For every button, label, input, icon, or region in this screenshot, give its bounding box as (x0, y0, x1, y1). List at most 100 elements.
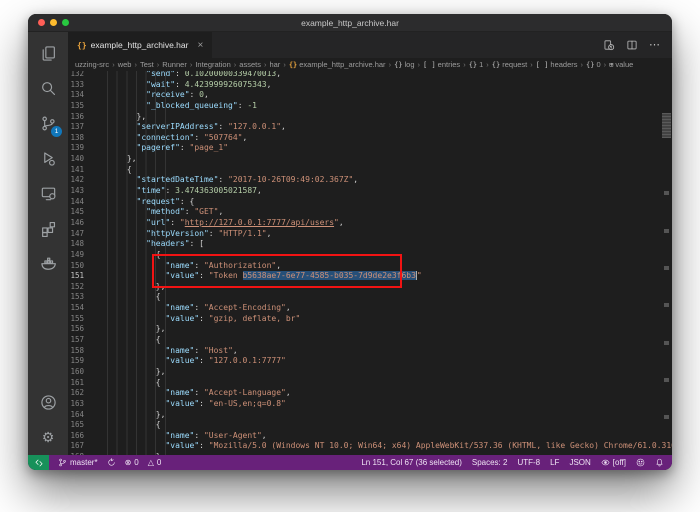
scrollbar-thumb[interactable] (662, 113, 671, 138)
split-editor-icon[interactable] (626, 39, 638, 51)
status-off-indicator[interactable]: [off] (601, 458, 626, 467)
warnings-icon: △ (148, 459, 154, 467)
status-bar-right: Ln 151, Col 67 (36 selected) Spaces: 2 UTF… (351, 458, 672, 467)
breadcrumb-item[interactable]: Runner (162, 60, 187, 69)
vscode-window: example_http_archive.har 1⚙ {} example_h… (28, 14, 672, 470)
breadcrumb-item[interactable]: ⊞value (609, 60, 633, 69)
line-content: "_blocked_queueing": -1 (84, 101, 257, 112)
line-number: 139 (68, 143, 84, 154)
code-line: 156 }, (68, 324, 662, 335)
line-number: 161 (68, 378, 84, 389)
code-line: 135 "_blocked_queueing": -1 (68, 101, 662, 112)
line-content: "serverIPAddress": "127.0.0.1", (84, 122, 286, 133)
breadcrumb-item[interactable]: Test (140, 60, 154, 69)
breadcrumb-item[interactable]: {}1 (469, 60, 484, 69)
overview-ruler-mark (664, 303, 669, 307)
remote-explorer-icon[interactable] (28, 176, 68, 211)
line-content: "value": "en-US,en;q=0.8" (84, 399, 286, 410)
code-line: 132 "send": 0.10200000339470013, (68, 71, 662, 80)
accounts-icon[interactable] (28, 385, 68, 420)
breadcrumb-separator: › (157, 60, 160, 69)
line-number: 164 (68, 410, 84, 421)
tab-label: example_http_archive.har (91, 40, 189, 50)
status-warnings[interactable]: △0 (148, 458, 162, 467)
breadcrumb-item[interactable]: [ ]entries (423, 60, 460, 69)
line-content: "method": "GET", (84, 207, 223, 218)
breadcrumb-item[interactable]: {}log (394, 60, 414, 69)
close-window-button[interactable] (38, 19, 45, 26)
line-number: 135 (68, 101, 84, 112)
code-line: 137 "serverIPAddress": "127.0.0.1", (68, 122, 662, 133)
status-encoding[interactable]: UTF-8 (517, 458, 540, 467)
line-content: "url": "http://127.0.0.1:7777/api/users"… (84, 218, 344, 229)
close-tab-icon[interactable]: × (197, 40, 203, 51)
line-content: "startedDateTime": "2017-10-26T09:49:02.… (84, 175, 358, 186)
breadcrumb-item[interactable]: web (118, 60, 132, 69)
status-feedback[interactable] (636, 458, 645, 467)
breadcrumb-item[interactable]: assets (239, 60, 261, 69)
breadcrumb-label: Integration (195, 60, 230, 69)
more-actions-icon[interactable]: ⋯ (649, 40, 660, 50)
activity-bar: 1⚙ (28, 32, 68, 455)
line-number: 148 (68, 239, 84, 250)
code-line: 168 }, (68, 452, 662, 455)
breadcrumb-item[interactable]: [ ]headers (536, 60, 578, 69)
code-line: 162 "name": "Accept-Language", (68, 388, 662, 399)
status-indentation[interactable]: Spaces: 2 (472, 458, 508, 467)
source-control-icon[interactable]: 1 (28, 106, 68, 141)
breadcrumb-item[interactable]: Integration (195, 60, 230, 69)
line-content: "connection": "507764", (84, 133, 247, 144)
search-icon[interactable] (28, 71, 68, 106)
status-label: JSON (569, 458, 590, 467)
breadcrumb-item[interactable]: har (269, 60, 280, 69)
breadcrumb-item[interactable]: {}request (492, 60, 527, 69)
run-and-debug-icon[interactable] (28, 141, 68, 176)
status-eol[interactable]: LF (550, 458, 559, 467)
line-content: "send": 0.10200000339470013, (84, 71, 281, 80)
symbol-icon: {} (394, 61, 402, 69)
extensions-icon[interactable] (28, 211, 68, 246)
status-errors[interactable]: ⊗0 (125, 458, 139, 467)
errors-icon: ⊗ (125, 459, 132, 467)
status-language-mode[interactable]: JSON (569, 458, 590, 467)
line-content: }, (84, 410, 165, 421)
symbol-icon: {} (492, 61, 500, 69)
line-content: "name": "Host", (84, 346, 238, 357)
breadcrumb-label: entries (438, 60, 461, 69)
status-label: UTF-8 (517, 458, 540, 467)
code-editor[interactable]: 132 "send": 0.10200000339470013,133 "wai… (68, 71, 672, 455)
breadcrumb-item[interactable]: {}example_http_archive.har (289, 60, 386, 69)
zoom-window-button[interactable] (62, 19, 69, 26)
breadcrumb-separator: › (581, 60, 584, 69)
line-content: { (84, 378, 161, 389)
status-notifications[interactable] (655, 458, 664, 467)
overview-ruler-mark (664, 415, 669, 419)
line-content: { (84, 420, 161, 431)
explorer-icon[interactable] (28, 36, 68, 71)
manage-icon[interactable]: ⚙ (28, 420, 68, 455)
tab-example-http-archive[interactable]: {} example_http_archive.har × (68, 32, 213, 58)
status-label: [off] (613, 458, 626, 467)
status-bar: master* ⊗0 △0 Ln 151, Col 67 (36 selected) S… (28, 455, 672, 470)
breadcrumb-label: value (615, 60, 633, 69)
editor-scrollbar[interactable] (661, 71, 672, 455)
line-content: "time": 3.474363005021587, (84, 186, 262, 197)
symbol-icon: [ ] (536, 61, 549, 69)
status-cursor-position[interactable]: Ln 151, Col 67 (36 selected) (361, 458, 462, 467)
status-sync[interactable] (107, 458, 116, 467)
remote-indicator-button[interactable] (28, 455, 49, 470)
breadcrumb-item[interactable]: uzzing-src (75, 60, 109, 69)
docker-icon[interactable] (28, 246, 68, 281)
minimize-window-button[interactable] (50, 19, 57, 26)
status-branch[interactable]: master* (58, 458, 98, 467)
code-line: 136 }, (68, 112, 662, 123)
line-number: 145 (68, 207, 84, 218)
open-changes-icon[interactable] (603, 39, 615, 51)
line-content: "receive": 0, (84, 90, 209, 101)
breadcrumb-separator: › (134, 60, 137, 69)
line-number: 154 (68, 303, 84, 314)
breadcrumb-item[interactable]: {}0 (586, 60, 601, 69)
tab-bar: {} example_http_archive.har × ⋯ (68, 32, 672, 58)
line-number: 146 (68, 218, 84, 229)
code-line: 134 "receive": 0, (68, 90, 662, 101)
